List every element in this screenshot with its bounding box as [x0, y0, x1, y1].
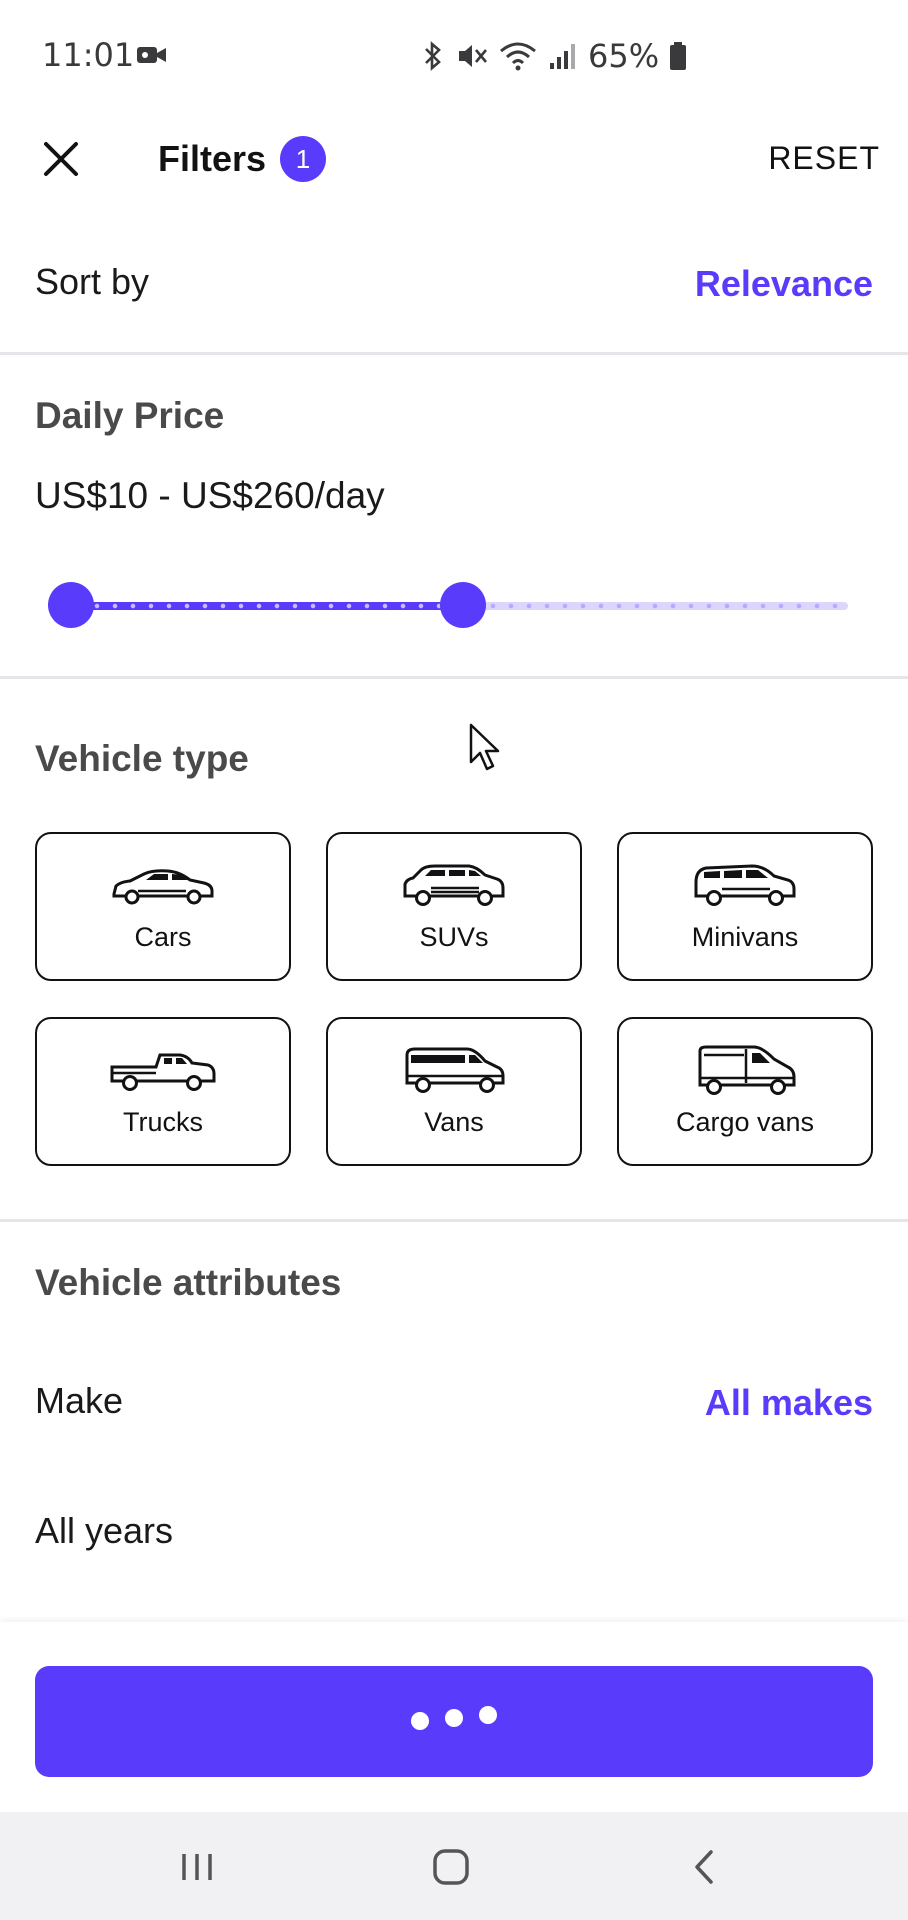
years-label: All years	[35, 1510, 174, 1551]
slider-max-thumb[interactable]	[440, 582, 486, 628]
vehicle-type-cargo-vans[interactable]: Cargo vans	[617, 1017, 873, 1166]
mute-icon	[459, 45, 487, 67]
vehicle-type-minivans[interactable]: Minivans	[617, 832, 873, 981]
home-icon[interactable]	[426, 1842, 476, 1892]
battery-percentage: 65%	[588, 37, 660, 75]
filter-count-badge: 1	[280, 136, 326, 182]
make-row[interactable]: Make All makes	[0, 1370, 908, 1440]
vehicle-type-label: Cars	[134, 922, 192, 952]
back-icon[interactable]	[680, 1842, 730, 1892]
price-range-text: US$10 - US$260/day	[35, 475, 385, 516]
suv-icon	[403, 864, 505, 906]
page-title: Filters	[158, 138, 267, 179]
vehicle-attributes-title: Vehicle attributes	[35, 1262, 342, 1303]
sort-by-value[interactable]: Relevance	[695, 263, 873, 305]
vehicle-type-vans[interactable]: Vans	[326, 1017, 582, 1166]
divider	[0, 1219, 908, 1222]
make-label: Make	[35, 1380, 124, 1421]
loading-indicator	[35, 1706, 873, 1730]
make-value[interactable]: All makes	[705, 1382, 873, 1424]
minivan-icon	[694, 864, 796, 906]
battery-icon	[670, 42, 687, 70]
vehicle-type-grid: Cars SUVs Minivans Trucks Vans Cargo van…	[35, 832, 873, 1166]
divider	[0, 676, 908, 679]
years-row: All years	[0, 1500, 908, 1570]
vehicle-type-label: Trucks	[123, 1107, 203, 1137]
car-icon	[112, 869, 214, 905]
vehicle-type-label: Vans	[424, 1107, 484, 1137]
truck-icon	[110, 1053, 216, 1091]
vehicle-type-label: Cargo vans	[675, 1107, 815, 1137]
mouse-cursor-icon	[469, 723, 500, 771]
close-icon[interactable]	[36, 134, 86, 184]
price-slider[interactable]	[48, 582, 848, 630]
slider-fill	[70, 602, 462, 610]
daily-price-title: Daily Price	[35, 395, 225, 436]
vehicle-type-label: SUVs	[419, 922, 489, 952]
status-bar: 11:01 65%	[0, 0, 908, 110]
vehicle-type-label: Minivans	[691, 922, 799, 952]
loading-dot	[445, 1709, 463, 1727]
divider	[0, 352, 908, 355]
loading-dot	[411, 1712, 429, 1730]
vehicle-type-trucks[interactable]: Trucks	[35, 1017, 291, 1166]
video-camera-icon	[137, 47, 166, 63]
vehicle-type-title: Vehicle type	[35, 738, 249, 779]
filters-header: Filters 1 RESET	[0, 110, 908, 210]
bluetooth-icon	[425, 41, 441, 71]
vehicle-type-suvs[interactable]: SUVs	[326, 832, 582, 981]
cargo-van-icon	[698, 1045, 796, 1095]
reset-button[interactable]: RESET	[768, 140, 880, 177]
van-icon	[405, 1047, 505, 1093]
wifi-icon	[500, 42, 536, 71]
status-icons: 65%	[420, 36, 687, 76]
bottom-action-panel	[0, 1622, 908, 1812]
slider-min-thumb[interactable]	[48, 582, 94, 628]
recent-apps-icon[interactable]	[172, 1842, 222, 1892]
view-results-button[interactable]	[35, 1666, 873, 1777]
sort-by-row[interactable]: Sort by Relevance	[0, 245, 908, 355]
system-nav-bar	[0, 1812, 908, 1920]
vehicle-type-cars[interactable]: Cars	[35, 832, 291, 981]
status-time: 11:01	[42, 36, 135, 74]
sort-by-label: Sort by	[35, 261, 150, 302]
signal-icon	[550, 44, 575, 69]
loading-dot	[479, 1706, 497, 1724]
